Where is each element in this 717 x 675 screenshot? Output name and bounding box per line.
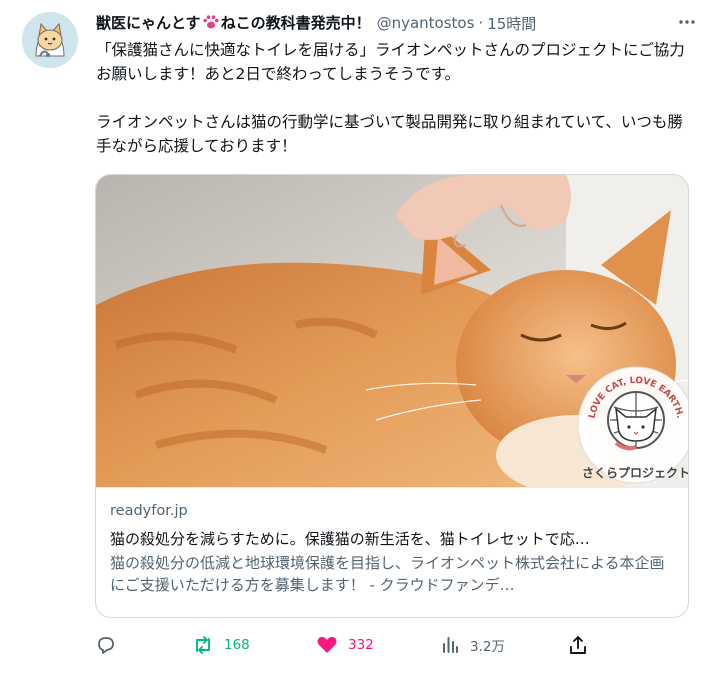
card-body: readyfor.jp 猫の殺処分を減らすために。保護猫の新生活を、猫トイレセッ… [96,487,688,617]
action-bar: 168 332 3.2万 [96,628,696,662]
like-count: 332 [348,637,374,653]
reply-button[interactable] [96,628,126,662]
like-button[interactable]: 332 [316,628,374,662]
card-title: 猫の殺処分を減らすために。保護猫の新生活を、猫トイレセットで応… [110,530,590,548]
avatar-cat-illustration [22,12,78,68]
retweet-button[interactable]: 168 [192,628,250,662]
share-button[interactable] [568,628,588,662]
author-handle[interactable]: @nyantostos [377,14,475,32]
share-icon [568,635,588,655]
views-button[interactable]: 3.2万 [440,628,505,662]
cat-photo-illustration: LOVE CAT, LOVE EARTH. さくらプロジェクト [96,175,688,487]
paw-icon [202,14,220,34]
card-domain: readyfor.jp [110,503,188,519]
views-icon [440,635,460,655]
views-count: 3.2万 [470,639,505,655]
logo-caption: さくらプロジェクト [582,465,688,480]
tweet-text: 「保護猫さんに快適なトイレを届ける」ライオンペットさんのプロジェクトにご協力お願… [96,41,685,155]
heart-icon [316,635,338,655]
card-description: 猫の殺処分の低減と地球環境保護を目指し、ライオンペット株式会社による本企画にご支… [110,554,665,594]
retweet-icon [192,635,214,655]
display-name-text-2: ねこの教科書発売中！ [220,14,371,33]
timestamp[interactable]: 15時間 [487,13,536,34]
display-name-text: 獣医にゃんとす [96,14,201,33]
avatar[interactable] [22,12,78,68]
card-image: LOVE CAT, LOVE EARTH. さくらプロジェクト [96,175,688,487]
reply-icon [96,635,116,655]
author-display-name[interactable]: 獣医にゃんとす ねこの教科書発売中！ [96,12,371,34]
more-dots-icon[interactable] [675,10,699,34]
love-cat-logo: LOVE CAT, LOVE EARTH. さくらプロジェクト [577,366,688,484]
retweet-count: 168 [224,637,250,653]
tweet-header: 獣医にゃんとす ねこの教科書発売中！ @nyantostos · 15時間 [96,12,677,34]
link-card[interactable]: LOVE CAT, LOVE EARTH. さくらプロジェクト readyfor… [95,174,689,618]
dot-separator: · [478,14,484,32]
